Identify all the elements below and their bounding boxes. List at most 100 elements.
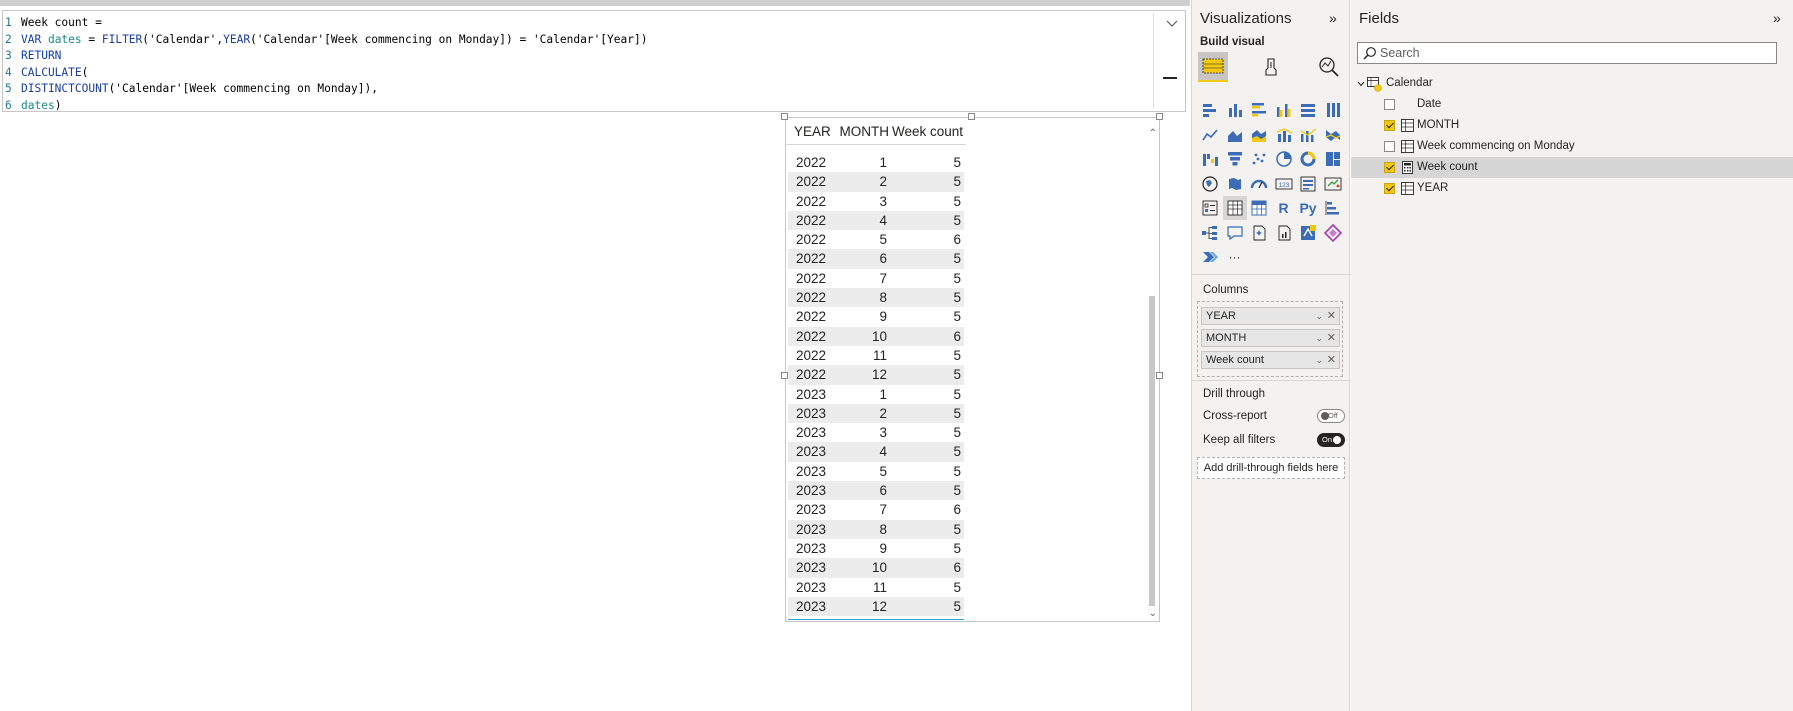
- header-month[interactable]: MONTH: [831, 118, 890, 144]
- table-row[interactable]: 2022 11 5: [788, 346, 964, 365]
- scatter-chart-icon[interactable]: [1247, 147, 1271, 171]
- waterfall-chart-icon[interactable]: [1198, 147, 1222, 171]
- table-row[interactable]: 2023 1 5: [788, 385, 964, 404]
- table-row[interactable]: 2023 12 5: [788, 596, 964, 617]
- remove-field-icon[interactable]: ✕: [1327, 352, 1336, 368]
- field-item[interactable]: Date: [1351, 94, 1793, 115]
- field-pill[interactable]: MONTH ⌄ ✕: [1201, 329, 1340, 347]
- line-clustered-column-icon[interactable]: [1296, 123, 1320, 147]
- table-row[interactable]: 2022 6 5: [788, 249, 964, 269]
- resize-handle[interactable]: [781, 372, 788, 379]
- table-visual[interactable]: YEAR MONTH Week count 2022 1 5 2022 2 5 2022 3 5…: [785, 117, 1160, 622]
- table-row[interactable]: 2023 11 5: [788, 578, 964, 597]
- key-influencers-icon[interactable]: [1321, 196, 1345, 220]
- stacked-bar-chart-icon[interactable]: [1198, 98, 1222, 122]
- treemap-icon[interactable]: [1321, 147, 1345, 171]
- table-node-calendar[interactable]: Calendar: [1351, 73, 1793, 94]
- keep-all-filters-toggle[interactable]: On: [1317, 433, 1345, 447]
- field-item[interactable]: Week commencing on Monday: [1351, 136, 1793, 157]
- add-drill-through-fields[interactable]: Add drill-through fields here: [1197, 457, 1345, 479]
- remove-field-icon[interactable]: ✕: [1327, 308, 1336, 324]
- resize-handle[interactable]: [968, 113, 975, 120]
- field-item[interactable]: YEAR: [1351, 178, 1793, 199]
- field-checkbox[interactable]: [1384, 162, 1395, 173]
- columns-well[interactable]: YEAR ⌄ ✕ MONTH ⌄ ✕ Week count ⌄ ✕: [1197, 301, 1343, 377]
- 100-stacked-bar-icon[interactable]: [1296, 98, 1320, 122]
- power-automate-flow-icon[interactable]: [1198, 245, 1222, 269]
- field-pill[interactable]: Week count ⌄ ✕: [1201, 351, 1340, 369]
- map-icon[interactable]: [1198, 172, 1222, 196]
- power-automate-icon[interactable]: [1321, 221, 1345, 245]
- table-row[interactable]: 2023 8 5: [788, 519, 964, 539]
- more-visuals-icon[interactable]: ···: [1223, 245, 1247, 269]
- python-visual-icon[interactable]: Py: [1296, 196, 1320, 220]
- power-apps-icon[interactable]: [1296, 221, 1320, 245]
- table-row[interactable]: 2022 1 5: [788, 153, 964, 172]
- scroll-down-icon[interactable]: ⌄: [1149, 608, 1157, 619]
- format-visual-tab[interactable]: [1256, 52, 1286, 82]
- table-row[interactable]: 2022 9 5: [788, 307, 964, 326]
- table-row[interactable]: 2023 4 5: [788, 442, 964, 462]
- table-row[interactable]: 2022 7 5: [788, 269, 964, 288]
- dax-editor[interactable]: 1 Week count = 2 VAR dates = FILTER('Calend…: [2, 10, 1186, 112]
- table-row[interactable]: 2023 7 6: [788, 500, 964, 519]
- table-row[interactable]: 2022 2 5: [788, 172, 964, 192]
- card-icon[interactable]: 123: [1272, 172, 1296, 196]
- resize-handle[interactable]: [1156, 113, 1163, 120]
- field-item[interactable]: MONTH: [1351, 115, 1793, 136]
- field-checkbox[interactable]: [1384, 99, 1395, 110]
- table-row[interactable]: 2023 2 5: [788, 403, 964, 424]
- ribbon-chart-icon[interactable]: [1321, 123, 1345, 147]
- slicer-icon[interactable]: [1198, 196, 1222, 220]
- matrix-icon[interactable]: [1247, 196, 1271, 220]
- table-row[interactable]: 2022 4 5: [788, 210, 964, 231]
- table-row[interactable]: 2022 12 5: [788, 365, 964, 385]
- table-row[interactable]: 2023 6 5: [788, 481, 964, 501]
- r-script-visual-icon[interactable]: R: [1272, 196, 1296, 220]
- chevron-down-icon[interactable]: [1357, 80, 1365, 88]
- table-row[interactable]: 2023 5 5: [788, 462, 964, 481]
- build-visual-tab[interactable]: [1198, 52, 1228, 82]
- gauge-icon[interactable]: [1247, 172, 1271, 196]
- table-row[interactable]: 2023 10 6: [788, 558, 964, 578]
- clustered-column-chart-icon[interactable]: [1272, 98, 1296, 122]
- field-checkbox[interactable]: [1384, 120, 1395, 131]
- fields-search-input[interactable]: Search: [1357, 42, 1777, 64]
- resize-handle[interactable]: [781, 113, 788, 120]
- header-year[interactable]: YEAR: [786, 118, 831, 144]
- table-row[interactable]: 2022 3 5: [788, 192, 964, 211]
- line-stacked-column-icon[interactable]: [1272, 123, 1296, 147]
- minimize-icon[interactable]: [1163, 77, 1177, 79]
- table-row[interactable]: 2022 10 6: [788, 326, 964, 346]
- multi-row-card-icon[interactable]: [1296, 172, 1320, 196]
- remove-field-icon[interactable]: ✕: [1327, 330, 1336, 346]
- clustered-bar-chart-icon[interactable]: [1247, 98, 1271, 122]
- scroll-up-icon[interactable]: ⌃: [1149, 128, 1157, 139]
- chevron-down-icon[interactable]: ⌄: [1315, 330, 1323, 346]
- analytics-tab[interactable]: [1314, 52, 1344, 82]
- collapse-fields-icon[interactable]: »: [1773, 10, 1781, 26]
- filled-map-icon[interactable]: [1223, 172, 1247, 196]
- smart-narrative-icon[interactable]: [1247, 221, 1271, 245]
- resize-handle[interactable]: [1156, 372, 1163, 379]
- pie-chart-icon[interactable]: [1272, 147, 1296, 171]
- table-scrollbar-thumb[interactable]: [1149, 296, 1155, 606]
- qa-visual-icon[interactable]: [1223, 221, 1247, 245]
- field-checkbox[interactable]: [1384, 183, 1395, 194]
- collapse-visualizations-icon[interactable]: »: [1329, 10, 1337, 26]
- chevron-down-icon[interactable]: [1163, 17, 1181, 31]
- area-chart-icon[interactable]: [1223, 123, 1247, 147]
- paginated-report-icon[interactable]: [1272, 221, 1296, 245]
- field-item[interactable]: Week count: [1351, 157, 1793, 178]
- table-row[interactable]: 2023 3 5: [788, 423, 964, 442]
- field-pill[interactable]: YEAR ⌄ ✕: [1201, 307, 1340, 325]
- stacked-column-chart-icon[interactable]: [1223, 98, 1247, 122]
- table-row[interactable]: 2022 8 5: [788, 288, 964, 308]
- funnel-chart-icon[interactable]: [1223, 147, 1247, 171]
- chevron-down-icon[interactable]: ⌄: [1315, 308, 1323, 324]
- table-row[interactable]: 2023 9 5: [788, 539, 964, 558]
- donut-chart-icon[interactable]: [1296, 147, 1320, 171]
- field-checkbox[interactable]: [1384, 141, 1395, 152]
- decomposition-tree-icon[interactable]: [1198, 221, 1222, 245]
- header-week-count[interactable]: Week count: [889, 118, 965, 144]
